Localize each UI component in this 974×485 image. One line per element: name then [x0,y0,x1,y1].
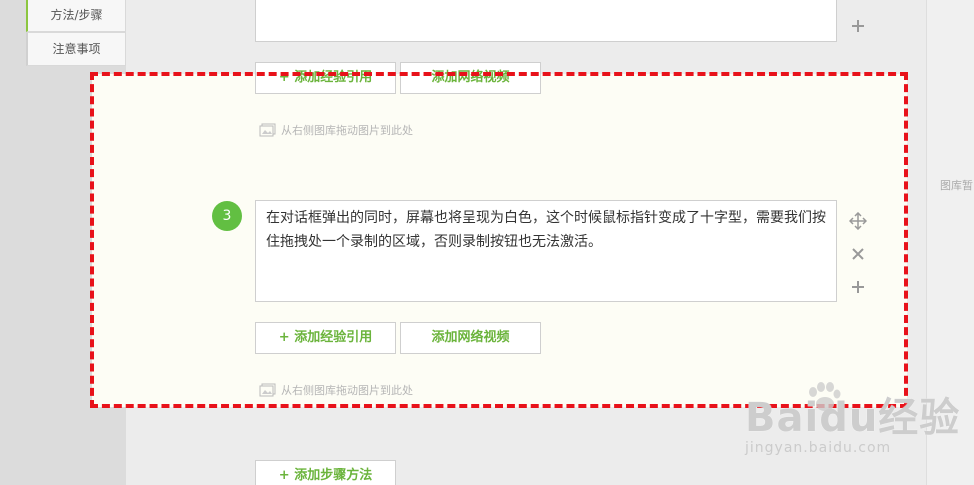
close-icon[interactable] [849,245,867,263]
nav-item-label: 注意事项 [52,42,101,56]
baidu-paw-icon [809,382,841,411]
image-library-empty-text: 图库暂 [940,179,973,192]
step-number-badge: 3 [212,201,242,231]
baidu-watermark: Baidu经验 jingyan.baidu.com [745,382,961,456]
add-quote-button[interactable]: + 添加经验引用 [255,322,396,354]
add-step-method-button[interactable]: + 添加步骤方法 [255,460,396,485]
add-step-icon[interactable] [849,278,867,296]
image-icon [259,383,276,397]
move-icon[interactable] [849,212,867,230]
nav-item-label: 方法/步骤 [50,8,103,22]
add-quote-button[interactable]: + 添加经验引用 [255,62,396,94]
watermark-url: jingyan.baidu.com [745,440,892,456]
add-video-button[interactable]: 添加网络视频 [400,322,541,354]
image-drop-hint: 从右侧图库拖动图片到此处 [259,382,413,398]
add-video-button[interactable]: 添加网络视频 [400,62,541,94]
step-2-textbox[interactable] [255,0,837,42]
nav-item-notes[interactable]: 注意事项 [26,32,126,66]
watermark-logo: Baidu经验 [745,395,961,441]
nav-item-method-steps[interactable]: 方法/步骤 [26,0,126,32]
step-3-textbox[interactable]: 在对话框弹出的同时，屏幕也将呈现为白色，这个时候鼠标指针变成了十字型，需要我们按… [255,200,837,302]
add-step-icon[interactable] [849,17,867,35]
step-3-text: 在对话框弹出的同时，屏幕也将呈现为白色，这个时候鼠标指针变成了十字型，需要我们按… [266,210,826,250]
image-drop-hint: 从右侧图库拖动图片到此处 [259,122,413,138]
image-icon [259,123,276,137]
